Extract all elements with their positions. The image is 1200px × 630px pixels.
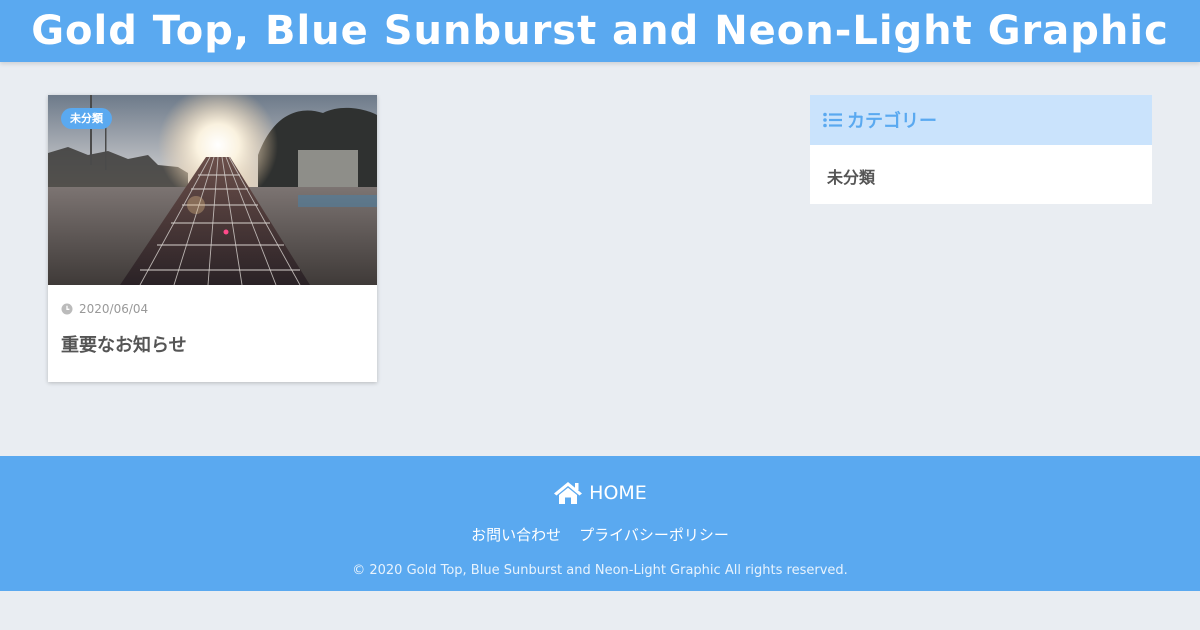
footer-link-contact[interactable]: お問い合わせ bbox=[471, 524, 561, 545]
site-header: Gold Top, Blue Sunburst and Neon-Light G… bbox=[0, 0, 1200, 62]
footer-home-link[interactable]: HOME bbox=[0, 481, 1200, 505]
category-link-uncategorized[interactable]: 未分類 bbox=[827, 164, 875, 188]
post-thumbnail[interactable]: 未分類 bbox=[48, 95, 377, 285]
category-badge[interactable]: 未分類 bbox=[61, 108, 112, 129]
clock-icon bbox=[61, 303, 73, 315]
main-content: 未分類 2020/06/04 重要なお知らせ カテゴリー 未分類 bbox=[48, 95, 1152, 425]
sidebar: カテゴリー 未分類 bbox=[810, 95, 1152, 204]
home-icon bbox=[554, 482, 583, 504]
category-widget-title-text: カテゴリー bbox=[847, 111, 937, 132]
post-date-text: 2020/06/04 bbox=[79, 302, 149, 316]
footer-link-privacy-policy[interactable]: プライバシーポリシー bbox=[579, 524, 729, 545]
site-footer: HOME お問い合わせ プライバシーポリシー © 2020 Gold Top, … bbox=[0, 456, 1200, 591]
post-title[interactable]: 重要なお知らせ bbox=[61, 333, 364, 359]
post-card[interactable]: 未分類 2020/06/04 重要なお知らせ bbox=[48, 95, 377, 382]
list-icon bbox=[823, 112, 842, 128]
post-date: 2020/06/04 bbox=[61, 301, 364, 317]
category-widget-title: カテゴリー bbox=[810, 95, 1152, 145]
category-widget-body: 未分類 bbox=[810, 145, 1152, 204]
footer-home-label: HOME bbox=[589, 482, 647, 504]
footer-nav: お問い合わせ プライバシーポリシー bbox=[0, 524, 1200, 545]
copyright-text: © 2020 Gold Top, Blue Sunburst and Neon-… bbox=[352, 563, 848, 578]
site-title-link[interactable]: Gold Top, Blue Sunburst and Neon-Light G… bbox=[31, 0, 1169, 62]
post-card-body: 2020/06/04 重要なお知らせ bbox=[48, 285, 377, 359]
